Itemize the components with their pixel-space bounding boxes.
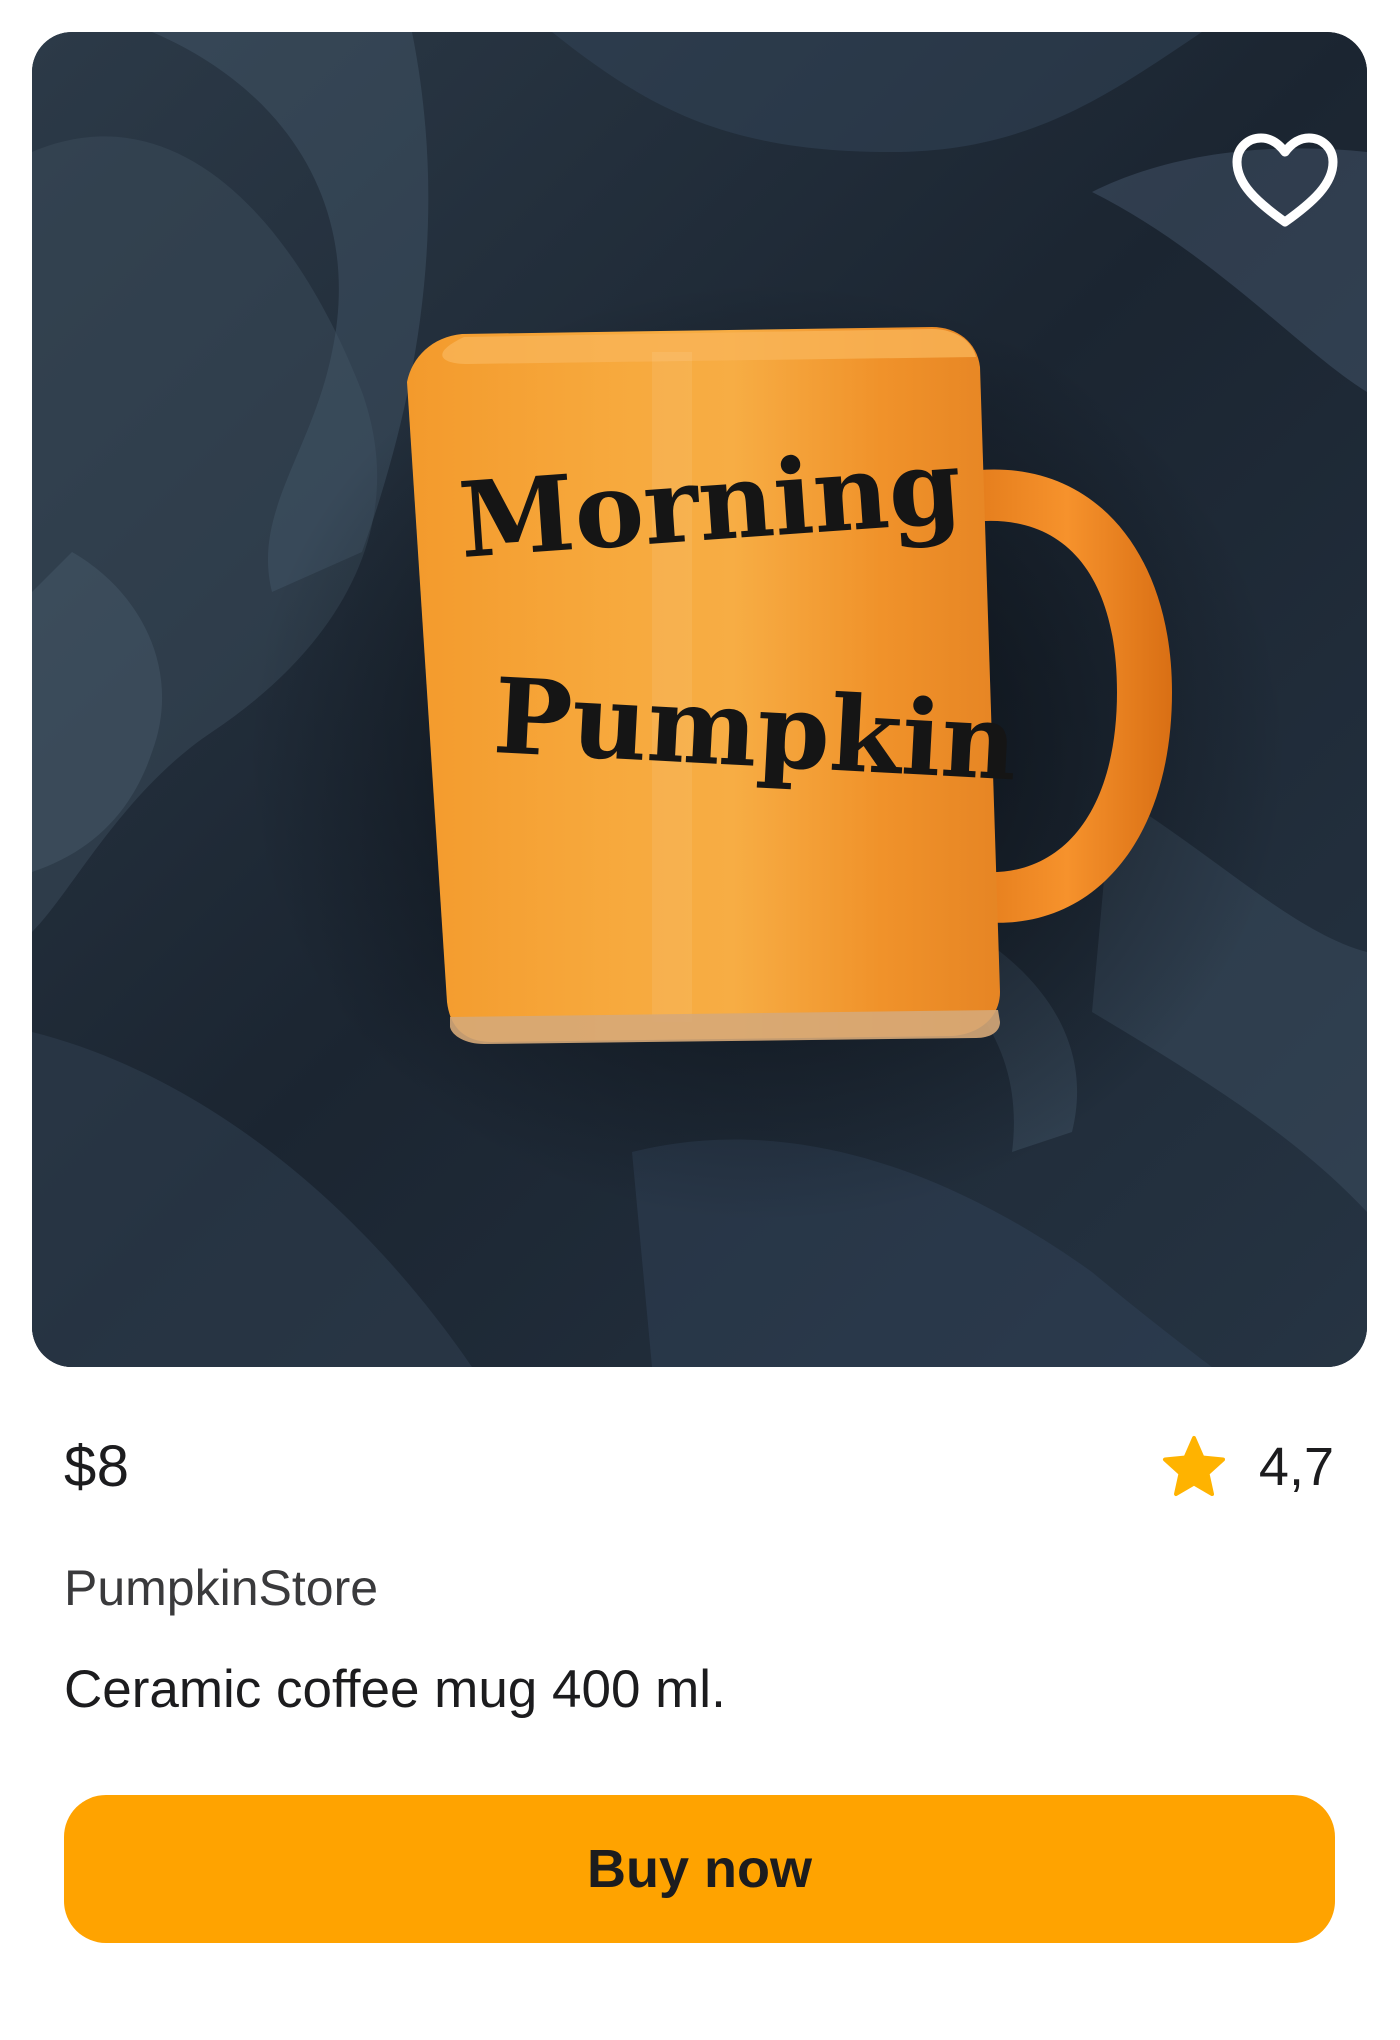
heart-outline-icon <box>1232 133 1338 227</box>
rating-value: 4,7 <box>1258 1437 1334 1497</box>
buy-now-button[interactable]: Buy now <box>64 1795 1335 1943</box>
product-title: Ceramic coffee mug 400 ml. <box>64 1660 726 1719</box>
store-name[interactable]: PumpkinStore <box>64 1556 378 1620</box>
product-card: Morning Pumpkin $8 4,7 PumpkinStore Cera… <box>0 0 1400 2040</box>
product-image[interactable]: Morning Pumpkin <box>32 32 1367 1367</box>
buy-now-label: Buy now <box>587 1839 812 1899</box>
product-rating: 4,7 <box>1159 1432 1334 1502</box>
product-photo: Morning Pumpkin <box>32 32 1367 1367</box>
favorite-button[interactable] <box>1227 124 1343 240</box>
star-icon <box>1162 1436 1225 1496</box>
product-price: $8 <box>64 1434 130 1499</box>
